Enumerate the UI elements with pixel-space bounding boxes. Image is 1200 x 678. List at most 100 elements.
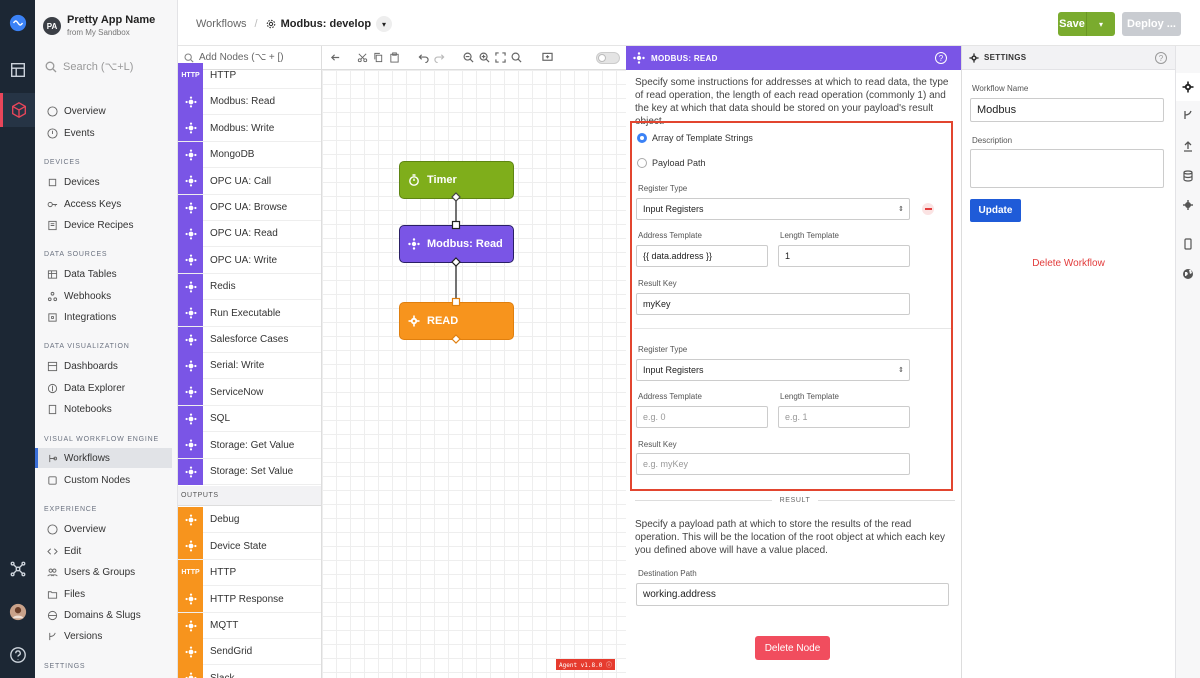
sidebar-search[interactable]: Search (⌥+L) bbox=[45, 60, 133, 73]
network-icon[interactable] bbox=[0, 552, 35, 586]
palette-node-data-servicenow[interactable]: ServiceNow bbox=[178, 379, 321, 406]
sidebar-item-devices[interactable]: Devices bbox=[35, 172, 177, 192]
palette-node-data-opc-ua-browse[interactable]: OPC UA: Browse bbox=[178, 194, 321, 221]
delete-workflow-link[interactable]: Delete Workflow bbox=[962, 258, 1175, 269]
sidebar-item-overview[interactable]: Overview bbox=[35, 101, 177, 121]
palette-node-data-opc-ua-call[interactable]: OPC UA: Call bbox=[178, 168, 321, 195]
sidebar-item-domains-slugs[interactable]: Domains & Slugs bbox=[35, 605, 177, 625]
agent-version-tag[interactable]: Agent v1.8.0 ⓘ bbox=[556, 659, 615, 670]
palette-node-output-device-state[interactable]: Device State bbox=[178, 533, 321, 560]
breadcrumb-workflows-link[interactable]: Workflows bbox=[196, 18, 247, 30]
palette-node-data-opc-ua-write[interactable]: OPC UA: Write bbox=[178, 247, 321, 274]
undo-icon[interactable] bbox=[418, 52, 429, 63]
canvas-toggle-switch[interactable] bbox=[596, 51, 620, 64]
palette-node-label: OPC UA: Browse bbox=[210, 202, 288, 213]
collapse-palette-arrow-icon[interactable] bbox=[330, 52, 341, 63]
radio-array-of-template-strings[interactable]: Array of Template Strings bbox=[637, 133, 753, 143]
zoom-out-icon[interactable] bbox=[463, 52, 474, 63]
palette-node-output-mqtt[interactable]: MQTT bbox=[178, 612, 321, 639]
add-comment-icon[interactable] bbox=[542, 52, 553, 63]
node-help-icon[interactable]: ? bbox=[935, 52, 947, 64]
destination-path-input[interactable]: working.address bbox=[636, 583, 949, 606]
help-icon[interactable] bbox=[0, 638, 35, 672]
sidebar-item-data-explorer[interactable]: Data Explorer bbox=[35, 378, 177, 398]
copy-icon[interactable] bbox=[373, 52, 384, 63]
modbus-icon bbox=[633, 52, 645, 64]
sidebar-item-data-tables[interactable]: Data Tables bbox=[35, 264, 177, 284]
device-settings-icon[interactable] bbox=[1176, 191, 1200, 219]
palette-node-output-http-response[interactable]: HTTP Response bbox=[178, 586, 321, 613]
palette-node-data-sql[interactable]: SQL bbox=[178, 405, 321, 433]
terminal-icon bbox=[178, 300, 203, 327]
palette-node-data-mongodb[interactable]: MongoDB bbox=[178, 141, 321, 169]
result-key-input[interactable]: e.g. myKey bbox=[636, 453, 910, 475]
globe-icon[interactable] bbox=[1176, 260, 1200, 288]
palette-node-data-storage-set-value[interactable]: Storage: Set Value bbox=[178, 458, 321, 485]
settings-tab-gear-icon[interactable] bbox=[1176, 73, 1200, 101]
sidebar-item-device-recipes[interactable]: Device Recipes bbox=[35, 215, 177, 235]
application-cube-icon[interactable] bbox=[0, 93, 35, 127]
description-textarea[interactable] bbox=[970, 149, 1164, 188]
workflow-name-input[interactable]: Modbus bbox=[970, 98, 1164, 122]
palette-node-output-debug[interactable]: Debug bbox=[178, 506, 321, 534]
node-config-title: MODBUS: READ bbox=[651, 53, 718, 63]
palette-node-data-run-executable[interactable]: Run Executable bbox=[178, 300, 321, 327]
dashboard-icon[interactable] bbox=[0, 53, 35, 87]
sidebar-item-access-keys[interactable]: Access Keys bbox=[35, 194, 177, 214]
address-template-input[interactable]: {{ data.address }} bbox=[636, 245, 768, 267]
save-button[interactable]: Save ▾ bbox=[1058, 12, 1115, 36]
zoom-in-icon[interactable] bbox=[479, 52, 490, 63]
export-upload-icon[interactable] bbox=[1176, 132, 1200, 160]
sidebar-item-users-groups[interactable]: Users & Groups bbox=[35, 562, 177, 582]
radio-payload-path[interactable]: Payload Path bbox=[637, 158, 706, 168]
sidebar-item-versions[interactable]: Versions bbox=[35, 626, 177, 646]
result-key-input[interactable]: myKey bbox=[636, 293, 910, 315]
mobile-device-icon[interactable] bbox=[1176, 230, 1200, 258]
register-type-select[interactable]: Input Registers ⇕ bbox=[636, 198, 910, 220]
deploy-button[interactable]: Deploy ... bbox=[1122, 12, 1181, 36]
palette-node-output-http[interactable]: HTTP HTTP bbox=[178, 559, 321, 587]
sidebar-item-custom-nodes[interactable]: Custom Nodes bbox=[35, 470, 177, 490]
length-template-input[interactable]: 1 bbox=[778, 245, 910, 267]
sidebar-item-dashboards[interactable]: Dashboards bbox=[35, 356, 177, 376]
palette-node-data-storage-get-value[interactable]: Storage: Get Value bbox=[178, 432, 321, 459]
versions-branch-icon[interactable] bbox=[1176, 101, 1200, 129]
storage-database-icon[interactable] bbox=[1176, 162, 1200, 190]
sidebar-item-events[interactable]: Events bbox=[35, 123, 177, 143]
application-header[interactable]: PA Pretty App Name from My Sandbox bbox=[43, 14, 155, 38]
fit-screen-icon[interactable] bbox=[495, 52, 506, 63]
palette-node-data-serial-write[interactable]: Serial: Write bbox=[178, 352, 321, 380]
palette-node-data-modbus-read[interactable]: Modbus: Read bbox=[178, 88, 321, 116]
sidebar-item-edit[interactable]: Edit bbox=[35, 541, 177, 561]
sidebar-item-notebooks[interactable]: Notebooks bbox=[35, 399, 177, 419]
save-options-chevron-icon[interactable]: ▾ bbox=[1086, 12, 1115, 36]
sidebar-item-webhooks[interactable]: Webhooks bbox=[35, 286, 177, 306]
length-template-input[interactable]: e.g. 1 bbox=[778, 406, 910, 428]
palette-node-data-salesforce-cases[interactable]: Salesforce Cases bbox=[178, 326, 321, 353]
address-template-input[interactable]: e.g. 0 bbox=[636, 406, 768, 428]
palette-node-output-sendgrid[interactable]: SendGrid bbox=[178, 638, 321, 666]
update-button[interactable]: Update bbox=[970, 199, 1021, 222]
delete-node-button[interactable]: Delete Node bbox=[755, 636, 830, 660]
search-canvas-icon[interactable] bbox=[511, 52, 522, 63]
palette-node-data-modbus-write[interactable]: Modbus: Write bbox=[178, 115, 321, 142]
redo-icon[interactable] bbox=[434, 52, 445, 63]
sidebar-item-integrations[interactable]: Integrations bbox=[35, 307, 177, 327]
palette-node-data-redis[interactable]: Redis bbox=[178, 273, 321, 301]
palette-node-data-opc-ua-read[interactable]: OPC UA: Read bbox=[178, 220, 321, 248]
palette-node-output-slack[interactable]: Slack bbox=[178, 665, 321, 678]
paste-icon[interactable] bbox=[389, 52, 400, 63]
sidebar-item-workflows[interactable]: Workflows bbox=[35, 448, 172, 468]
register-type-select[interactable]: Input Registers ⇕ bbox=[636, 359, 910, 381]
losant-logo-icon[interactable] bbox=[0, 6, 35, 40]
node-palette: Add Nodes (⌥ + [) HTTP HTTP Modbus: Read Mo… bbox=[178, 46, 322, 678]
user-avatar[interactable] bbox=[0, 595, 35, 629]
settings-help-icon[interactable]: ? bbox=[1155, 52, 1167, 64]
workflow-canvas[interactable]: Timer Modbus: Read READ Agent v1.8.0 ⓘ bbox=[322, 70, 626, 678]
remove-row-button[interactable] bbox=[922, 203, 934, 215]
cut-icon[interactable] bbox=[357, 52, 368, 63]
palette-node-data-http[interactable]: HTTP HTTP bbox=[178, 62, 321, 89]
sidebar-item-experience-overview[interactable]: Overview bbox=[35, 519, 177, 539]
workflow-version-dropdown[interactable]: ▾ bbox=[376, 16, 393, 32]
sidebar-item-files[interactable]: Files bbox=[35, 584, 177, 604]
